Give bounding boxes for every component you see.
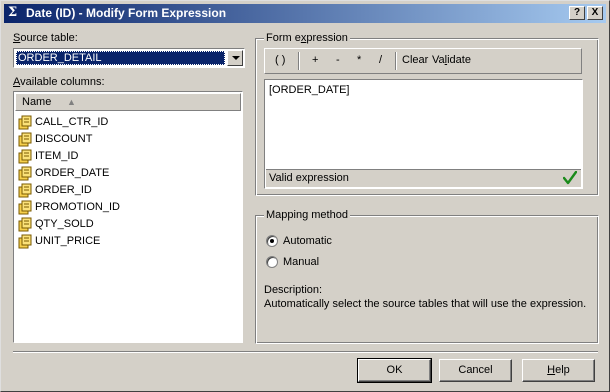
column-label: DISCOUNT	[35, 133, 93, 145]
source-table-value: ORDER_DETAIL	[16, 51, 225, 65]
column-item[interactable]: ORDER_ID	[18, 182, 238, 199]
column-item[interactable]: UNIT_PRICE	[18, 233, 238, 250]
manual-radio[interactable]	[266, 256, 278, 268]
toolbar-separator	[298, 52, 300, 70]
column-icon	[18, 234, 34, 249]
manual-label[interactable]: Manual	[283, 256, 319, 268]
cancel-button[interactable]: Cancel	[439, 359, 512, 382]
column-icon	[18, 115, 34, 130]
expression-toolbar: ( ) + - * / Clear Validate	[264, 48, 582, 74]
column-icon	[18, 183, 34, 198]
close-button[interactable]: X	[587, 6, 603, 20]
clear-button[interactable]: Clear	[402, 54, 428, 67]
toolbar-separator	[395, 52, 397, 70]
column-label: PROMOTION_ID	[35, 201, 120, 213]
available-columns-label: Available columns:	[13, 76, 105, 88]
mapping-method-title: Mapping method	[264, 209, 350, 222]
help-title-button[interactable]: ?	[569, 6, 585, 20]
plus-button[interactable]: +	[312, 54, 318, 67]
column-icon	[18, 200, 34, 215]
column-item[interactable]: DISCOUNT	[18, 131, 238, 148]
help-button[interactable]: Help	[522, 359, 595, 382]
column-label: ORDER_DATE	[35, 167, 110, 179]
column-icon	[18, 132, 34, 147]
column-item[interactable]: QTY_SOLD	[18, 216, 238, 233]
column-label: CALL_CTR_ID	[35, 116, 109, 128]
column-header-name[interactable]: Name ▲	[15, 93, 241, 111]
parentheses-button[interactable]: ( )	[275, 54, 285, 67]
source-table-select[interactable]: ORDER_DETAIL	[13, 48, 245, 68]
column-header-label: Name	[22, 96, 52, 108]
column-label: QTY_SOLD	[35, 218, 94, 230]
column-label: ORDER_ID	[35, 184, 92, 196]
column-item[interactable]: CALL_CTR_ID	[18, 114, 238, 131]
column-label: ITEM_ID	[35, 150, 79, 162]
column-icon	[18, 166, 34, 181]
sigma-icon: Σ	[8, 5, 18, 20]
automatic-radio[interactable]	[266, 235, 278, 247]
description-text: Automatically select the source tables t…	[264, 298, 587, 310]
form-expression-title: Form expression	[264, 32, 350, 45]
checkmark-icon	[563, 171, 577, 185]
description-label: Description:	[264, 284, 323, 296]
source-table-label: Source table:	[13, 32, 78, 44]
sort-ascending-icon: ▲	[67, 97, 76, 107]
expression-status: Valid expression	[269, 172, 349, 184]
column-icon	[18, 149, 34, 164]
column-label: UNIT_PRICE	[35, 235, 101, 247]
divider	[13, 351, 598, 353]
column-item[interactable]: PROMOTION_ID	[18, 199, 238, 216]
minus-button[interactable]: -	[336, 54, 340, 67]
expression-text: [ORDER_DATE]	[269, 84, 350, 96]
divide-button[interactable]: /	[379, 54, 382, 67]
title-bar[interactable]: Σ Date (ID) - Modify Form Expression ? X	[4, 4, 606, 23]
available-columns-list[interactable]: Name ▲ CALL_CTR_ID DISCOUNT ITEM_ID ORDER_D…	[13, 91, 243, 343]
validate-button[interactable]: Validate	[432, 54, 471, 67]
chevron-down-icon[interactable]	[227, 50, 243, 66]
expression-editor[interactable]: [ORDER_DATE] Valid expression	[264, 79, 583, 189]
multiply-button[interactable]: *	[357, 54, 361, 67]
automatic-label[interactable]: Automatic	[283, 235, 332, 247]
column-icon	[18, 217, 34, 232]
column-item[interactable]: ITEM_ID	[18, 148, 238, 165]
column-item[interactable]: ORDER_DATE	[18, 165, 238, 182]
window-title: Date (ID) - Modify Form Expression	[26, 6, 227, 20]
dialog-window: Σ Date (ID) - Modify Form Expression ? X…	[0, 0, 610, 392]
ok-button[interactable]: OK	[357, 358, 432, 383]
expression-status-bar: Valid expression	[266, 169, 581, 187]
